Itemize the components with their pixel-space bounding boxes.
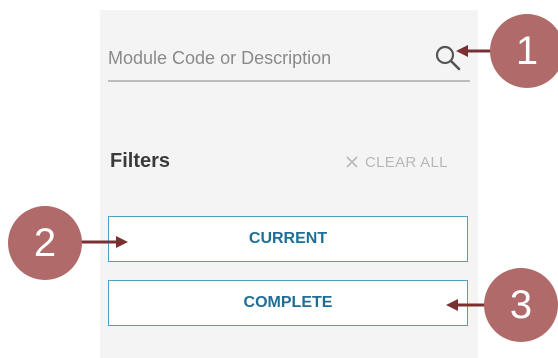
callout-badge-3: 3: [484, 268, 558, 342]
callout-badge-1: 1: [490, 14, 558, 88]
callout-badge-2: 2: [8, 206, 82, 280]
callout-arrows: [80, 45, 492, 311]
